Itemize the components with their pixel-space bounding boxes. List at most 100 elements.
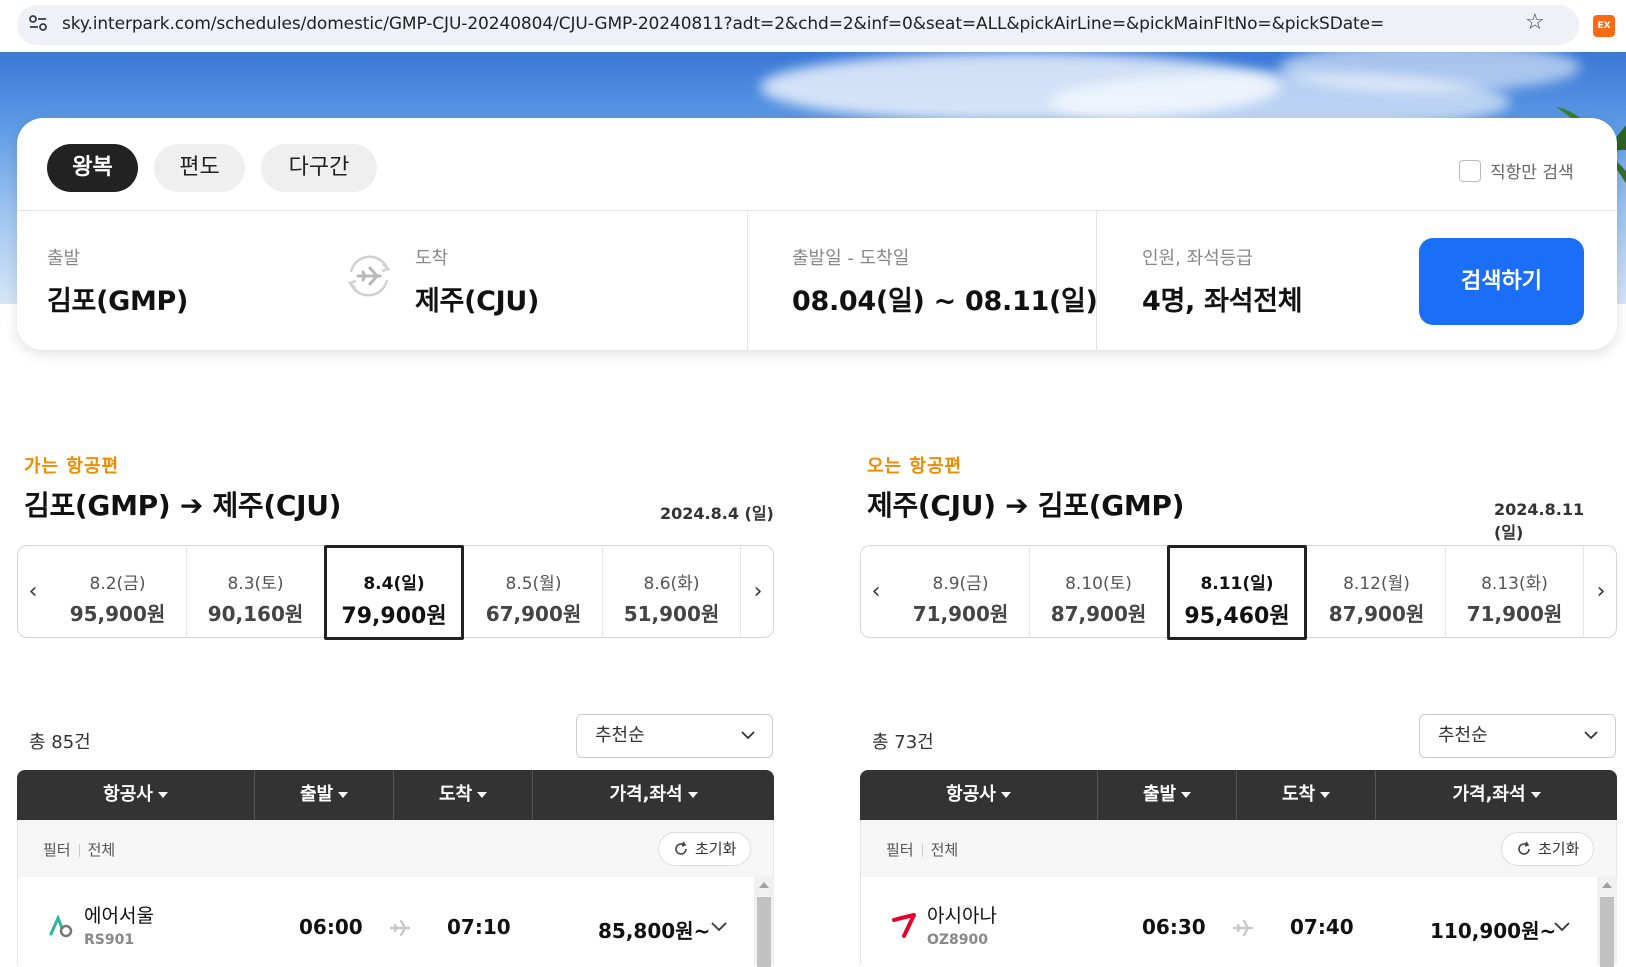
arrival-field[interactable]: 제주(CJU) xyxy=(415,279,539,318)
header-arrival[interactable]: 도착 xyxy=(394,770,533,820)
date-option-price: 95,900원 xyxy=(69,602,166,626)
date-option-day: 8.11(일) xyxy=(1200,574,1274,594)
sort-caret-icon xyxy=(338,792,349,798)
inbound-table-header: 항공사 출발 도착 가격,좌석 xyxy=(860,770,1617,820)
outbound-route-title: 김포(GMP) ➔ 제주(CJU) xyxy=(24,489,342,522)
chevron-down-icon xyxy=(1584,731,1598,740)
tab-round-trip[interactable]: 왕복 xyxy=(47,144,138,192)
next-date-arrow-icon[interactable]: › xyxy=(743,546,773,637)
outbound-sort-select[interactable]: 추천순 xyxy=(576,714,773,758)
reset-filter-button[interactable]: 초기화 xyxy=(1501,832,1595,866)
outbound-table-header: 항공사 출발 도착 가격,좌석 xyxy=(17,770,774,820)
date-option-price: 51,900원 xyxy=(623,602,720,626)
inbound-route-date: 2024.8.11 (일) xyxy=(1494,500,1585,542)
header-price-label: 가격,좌석 xyxy=(609,784,683,805)
flight-row[interactable]: 아시아나 OZ8900 06:30 07:40 110,900원~ xyxy=(860,877,1597,965)
chevron-down-icon[interactable] xyxy=(710,917,728,935)
inbound-route-title: 제주(CJU) ➔ 김포(GMP) xyxy=(867,489,1185,522)
arrival-time: 07:40 xyxy=(1290,915,1354,939)
date-option-day: 8.10(토) xyxy=(1065,574,1132,594)
date-option-selected[interactable]: 8.11(일) 95,460원 xyxy=(1167,545,1307,640)
departure-time: 06:00 xyxy=(299,915,363,939)
header-airline[interactable]: 항공사 xyxy=(17,770,255,820)
prev-date-arrow-icon[interactable]: ‹ xyxy=(861,546,891,637)
filter-label: 필터 xyxy=(43,841,71,859)
header-departure[interactable]: 출발 xyxy=(255,770,394,820)
chevron-down-icon xyxy=(741,731,755,740)
dates-field[interactable]: 08.04(일) ~ 08.11(일) xyxy=(792,279,1098,318)
prev-date-arrow-icon[interactable]: ‹ xyxy=(18,546,48,637)
date-option-day: 8.4(일) xyxy=(363,574,425,594)
inbound-total-count: 총 73건 xyxy=(872,732,934,753)
date-option-day: 8.5(월) xyxy=(505,574,562,594)
date-option-price: 87,900원 xyxy=(1050,602,1147,626)
date-option[interactable]: 8.3(토) 90,160원 xyxy=(187,546,325,637)
sort-select-value: 추천순 xyxy=(1438,725,1488,746)
search-button[interactable]: 검색하기 xyxy=(1419,238,1584,325)
date-option[interactable]: 8.13(화) 71,900원 xyxy=(1446,546,1584,637)
date-option-selected[interactable]: 8.4(일) 79,900원 xyxy=(324,545,464,640)
direct-only-checkbox[interactable] xyxy=(1459,159,1481,182)
date-option[interactable]: 8.2(금) 95,900원 xyxy=(49,546,187,637)
flight-price: 110,900원~ xyxy=(1430,919,1557,943)
date-option[interactable]: 8.5(월) 67,900원 xyxy=(465,546,603,637)
date-option[interactable]: 8.9(금) 71,900원 xyxy=(892,546,1030,637)
filter-summary[interactable]: 필터 전체 xyxy=(43,839,115,860)
departure-time: 06:30 xyxy=(1142,915,1206,939)
inbound-date-strip: ‹ 8.9(금) 71,900원 8.10(토) 87,900원 8.11(일)… xyxy=(860,545,1617,640)
outbound-section-label: 가는 항공편 xyxy=(24,456,120,477)
filter-label: 필터 xyxy=(886,841,914,859)
date-option[interactable]: 8.10(토) 87,900원 xyxy=(1030,546,1168,637)
reset-filter-button[interactable]: 초기화 xyxy=(658,832,752,866)
header-arrival[interactable]: 도착 xyxy=(1237,770,1376,820)
site-info-icon[interactable] xyxy=(27,12,49,34)
header-airline[interactable]: 항공사 xyxy=(860,770,1098,820)
extension-icon[interactable]: EX xyxy=(1593,15,1615,37)
outbound-filter-row: 필터 전체 초기화 xyxy=(17,820,774,877)
airline-name: 아시아나 xyxy=(927,905,997,927)
header-departure[interactable]: 출발 xyxy=(1098,770,1237,820)
scroll-up-arrow-icon[interactable] xyxy=(1602,882,1612,888)
scroll-thumb[interactable] xyxy=(1600,897,1614,967)
reset-label: 초기화 xyxy=(695,840,737,858)
dates-label: 출발일 - 도착일 xyxy=(792,248,910,269)
next-date-arrow-icon[interactable]: › xyxy=(1586,546,1616,637)
bookmark-star-icon[interactable]: ☆ xyxy=(1525,10,1545,35)
scroll-thumb[interactable] xyxy=(757,897,771,967)
filter-value: 전체 xyxy=(87,841,116,859)
inbound-section-label: 오는 항공편 xyxy=(867,456,963,477)
flight-list-scrollbar[interactable] xyxy=(1597,877,1617,967)
date-option-day: 8.6(화) xyxy=(643,574,700,594)
inbound-sort-select[interactable]: 추천순 xyxy=(1419,714,1616,758)
date-option[interactable]: 8.6(화) 51,900원 xyxy=(603,546,741,637)
departure-field[interactable]: 김포(GMP) xyxy=(47,279,188,318)
filter-summary[interactable]: 필터 전체 xyxy=(886,839,958,860)
outbound-date-strip: ‹ 8.2(금) 95,900원 8.3(토) 90,160원 8.4(일) 7… xyxy=(17,545,774,640)
refresh-icon xyxy=(675,841,687,855)
sort-caret-icon xyxy=(1181,792,1192,798)
tab-multi-city[interactable]: 다구간 xyxy=(261,144,377,192)
passengers-label: 인원, 좌석등급 xyxy=(1142,248,1253,269)
tab-one-way[interactable]: 편도 xyxy=(154,144,245,192)
inbound-filter-row: 필터 전체 초기화 xyxy=(860,820,1617,877)
date-option-price: 95,460원 xyxy=(1184,604,1290,629)
url-text[interactable]: sky.interpark.com/schedules/domestic/GMP… xyxy=(62,14,1384,34)
flight-row[interactable]: 에어서울 RS901 06:00 07:10 85,800원~ xyxy=(17,877,754,965)
passengers-field[interactable]: 4명, 좌석전체 xyxy=(1142,279,1303,318)
date-option[interactable]: 8.12(월) 87,900원 xyxy=(1308,546,1446,637)
chevron-down-icon[interactable] xyxy=(1553,917,1571,935)
browser-toolbar: sky.interpark.com/schedules/domestic/GMP… xyxy=(0,0,1626,52)
scroll-up-arrow-icon[interactable] xyxy=(759,882,769,888)
flight-list-scrollbar[interactable] xyxy=(754,877,774,967)
date-option-price: 87,900원 xyxy=(1328,602,1425,626)
search-card: 왕복 편도 다구간 직항만 검색 출발 김포(GMP) 도착 제주(CJU) 출… xyxy=(17,118,1617,350)
direct-only-toggle[interactable]: 직항만 검색 xyxy=(1459,158,1574,183)
sort-caret-icon xyxy=(687,792,698,798)
date-option-day: 8.12(월) xyxy=(1343,574,1410,594)
filter-value: 전체 xyxy=(930,841,959,859)
header-price-seat[interactable]: 가격,좌석 xyxy=(533,770,774,820)
header-price-seat[interactable]: 가격,좌석 xyxy=(1376,770,1617,820)
flight-price: 85,800원~ xyxy=(598,919,711,943)
date-option-price: 71,900원 xyxy=(912,602,1009,626)
swap-route-icon[interactable] xyxy=(343,250,395,302)
